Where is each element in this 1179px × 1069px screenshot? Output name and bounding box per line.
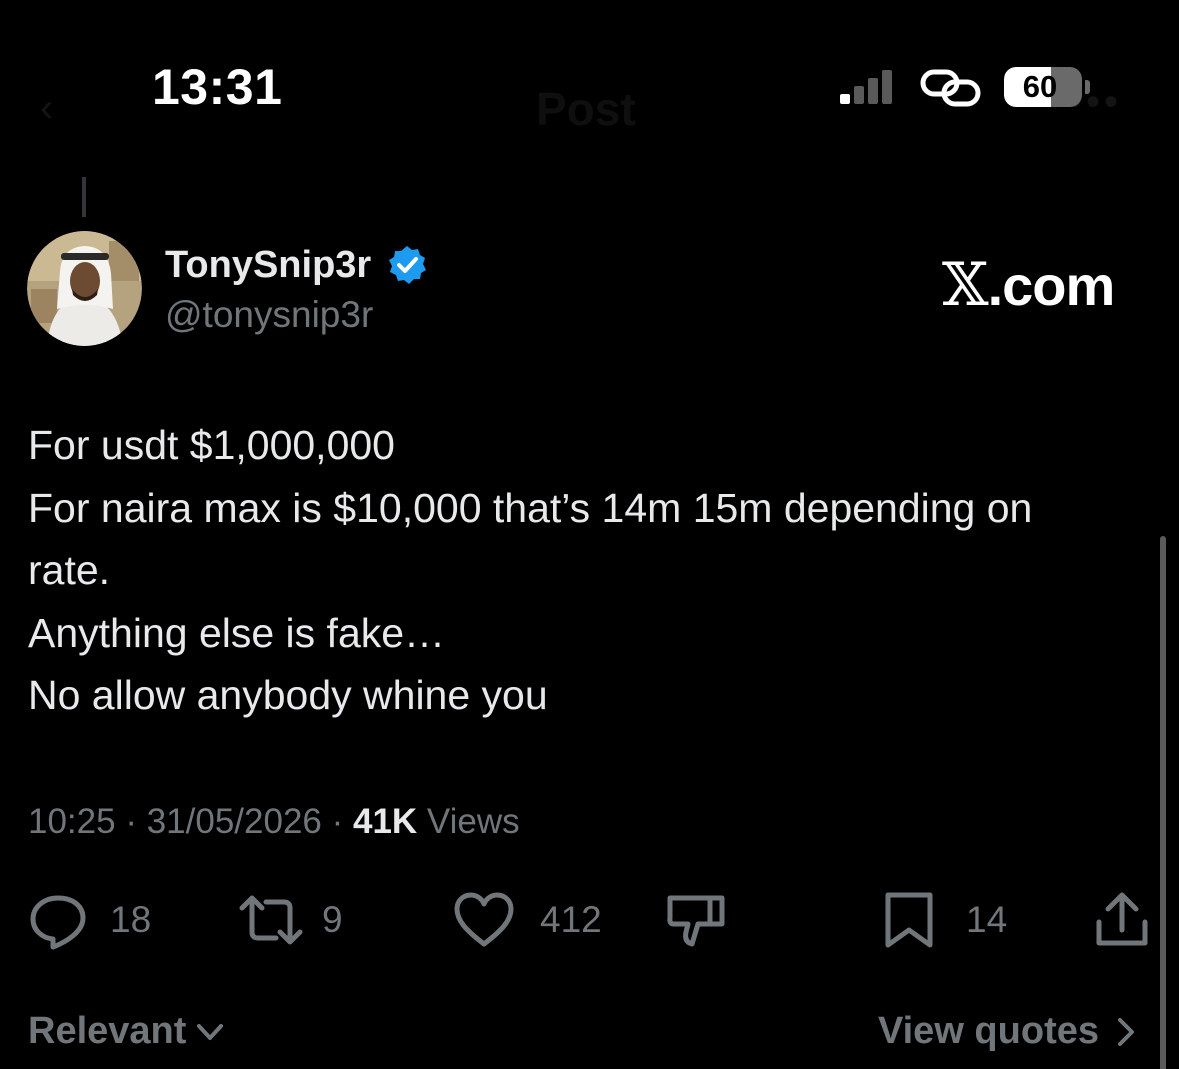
tweet-line: Anything else is fake…	[28, 609, 446, 656]
battery-icon: 60	[1004, 67, 1082, 107]
reply-button[interactable]: 18	[28, 890, 151, 950]
like-icon	[454, 892, 514, 947]
battery-nub	[1085, 80, 1090, 94]
verified-badge-icon	[389, 246, 426, 284]
views-label: Views	[417, 802, 520, 841]
signal-bar	[840, 94, 850, 104]
battery-percent: 60	[1022, 69, 1058, 104]
meta-separator: ·	[321, 802, 353, 841]
status-time: 13:31	[152, 59, 283, 115]
scrollbar[interactable]	[1160, 536, 1166, 1069]
x-logo-icon: 𝕏	[942, 250, 989, 320]
dislike-button[interactable]	[666, 890, 726, 950]
reply-count: 18	[110, 899, 152, 940]
views-count[interactable]: 41K	[353, 802, 417, 841]
avatar[interactable]	[27, 231, 142, 346]
sort-label: Relevant	[28, 1010, 187, 1052]
screen: 13:31 ‹ Post ••• 60 TonySnip3r @tonysnip…	[0, 0, 1179, 1069]
link-icon	[920, 69, 981, 107]
bookmark-button[interactable]: 14	[880, 890, 1007, 950]
meta-separator: ·	[115, 802, 147, 841]
signal-bar	[868, 78, 878, 104]
signal-bar	[882, 70, 892, 104]
repost-icon	[239, 895, 303, 945]
source-watermark: 𝕏.com	[942, 250, 1116, 320]
repost-count: 9	[322, 899, 343, 940]
tweet-line: For usdt $1,000,000	[28, 422, 395, 468]
share-button[interactable]	[1094, 890, 1150, 950]
share-icon	[1096, 892, 1148, 946]
bookmark-count: 14	[966, 899, 1008, 940]
bookmark-icon	[885, 892, 933, 948]
like-count: 412	[540, 899, 602, 940]
dislike-icon	[667, 895, 725, 947]
view-quotes-label: View quotes	[877, 1010, 1099, 1052]
chevron-right-icon	[1118, 1017, 1134, 1046]
sort-replies-dropdown[interactable]: Relevant	[28, 1010, 228, 1053]
page-title: Post	[536, 83, 636, 135]
tweet-time[interactable]: 10:25	[28, 802, 116, 841]
tweet-line: No allow anybody whine you	[28, 672, 548, 718]
signal-icon	[840, 70, 896, 104]
tweet-date[interactable]: 31/05/2026	[147, 802, 322, 841]
signal-bar	[854, 86, 864, 104]
author-display-name[interactable]: TonySnip3r	[165, 244, 371, 287]
like-button[interactable]: 412	[453, 890, 602, 950]
tweet-meta: 10:25 · 31/05/2026 · 41K Views	[28, 802, 520, 842]
repost-button[interactable]: 9	[238, 890, 343, 950]
chevron-down-icon	[197, 1023, 224, 1040]
reply-icon	[30, 895, 86, 950]
tweet-line: rate.	[28, 547, 111, 593]
back-button[interactable]: ‹	[40, 86, 53, 131]
view-quotes-link[interactable]: View quotes	[878, 1010, 1141, 1053]
tweet-text: For usdt $1,000,000 For naira max is $10…	[28, 414, 1148, 727]
source-suffix: .com	[987, 254, 1116, 317]
thread-line	[82, 177, 86, 217]
tweet-line: For naira max is $10,000 that’s 14m 15m …	[28, 484, 1033, 531]
author-handle[interactable]: @tonysnip3r	[165, 294, 373, 336]
